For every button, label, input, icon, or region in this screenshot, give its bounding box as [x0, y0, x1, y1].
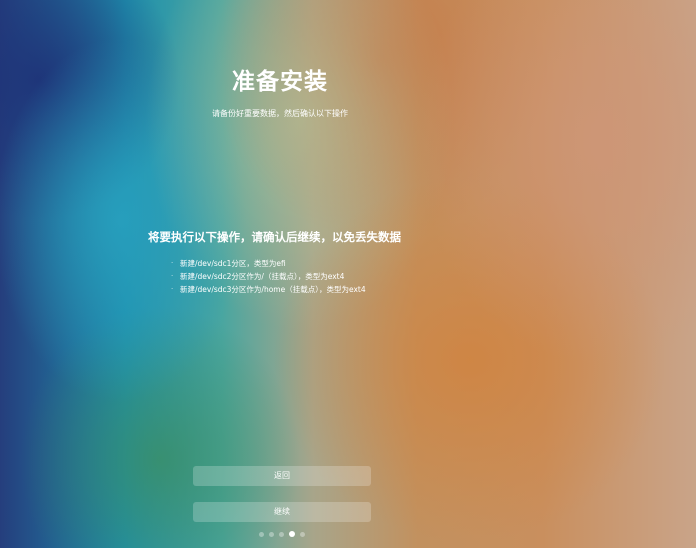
step-dot-active [289, 531, 295, 537]
operation-text: 新建/dev/sdc1分区，类型为efi [180, 259, 286, 268]
bullet-icon: · [171, 259, 174, 267]
operation-item: · 新建/dev/sdc3分区作为/home（挂载点），类型为ext4 [171, 283, 366, 296]
operations-list: · 新建/dev/sdc1分区，类型为efi · 新建/dev/sdc2分区作为… [171, 257, 366, 296]
step-dot [259, 531, 264, 537]
operation-text: 新建/dev/sdc2分区作为/（挂载点），类型为ext4 [180, 272, 345, 281]
bullet-icon: · [171, 272, 174, 280]
operation-item: · 新建/dev/sdc1分区，类型为efi [171, 257, 366, 270]
operations-heading: 将要执行以下操作，请确认后继续，以免丢失数据 [148, 230, 401, 244]
operation-text: 新建/dev/sdc3分区作为/home（挂载点），类型为ext4 [180, 285, 366, 294]
operation-item: · 新建/dev/sdc2分区作为/（挂载点），类型为ext4 [171, 270, 366, 283]
page-title: 准备安装 [232, 69, 328, 95]
step-dot [300, 531, 305, 537]
bullet-icon: · [171, 285, 174, 293]
step-indicator [259, 531, 305, 537]
continue-button[interactable]: 继续 [193, 502, 371, 522]
step-dot [269, 531, 274, 537]
step-dot [279, 531, 284, 537]
back-button[interactable]: 返回 [193, 466, 371, 486]
page-subtitle: 请备份好重要数据，然后确认以下操作 [212, 109, 348, 118]
